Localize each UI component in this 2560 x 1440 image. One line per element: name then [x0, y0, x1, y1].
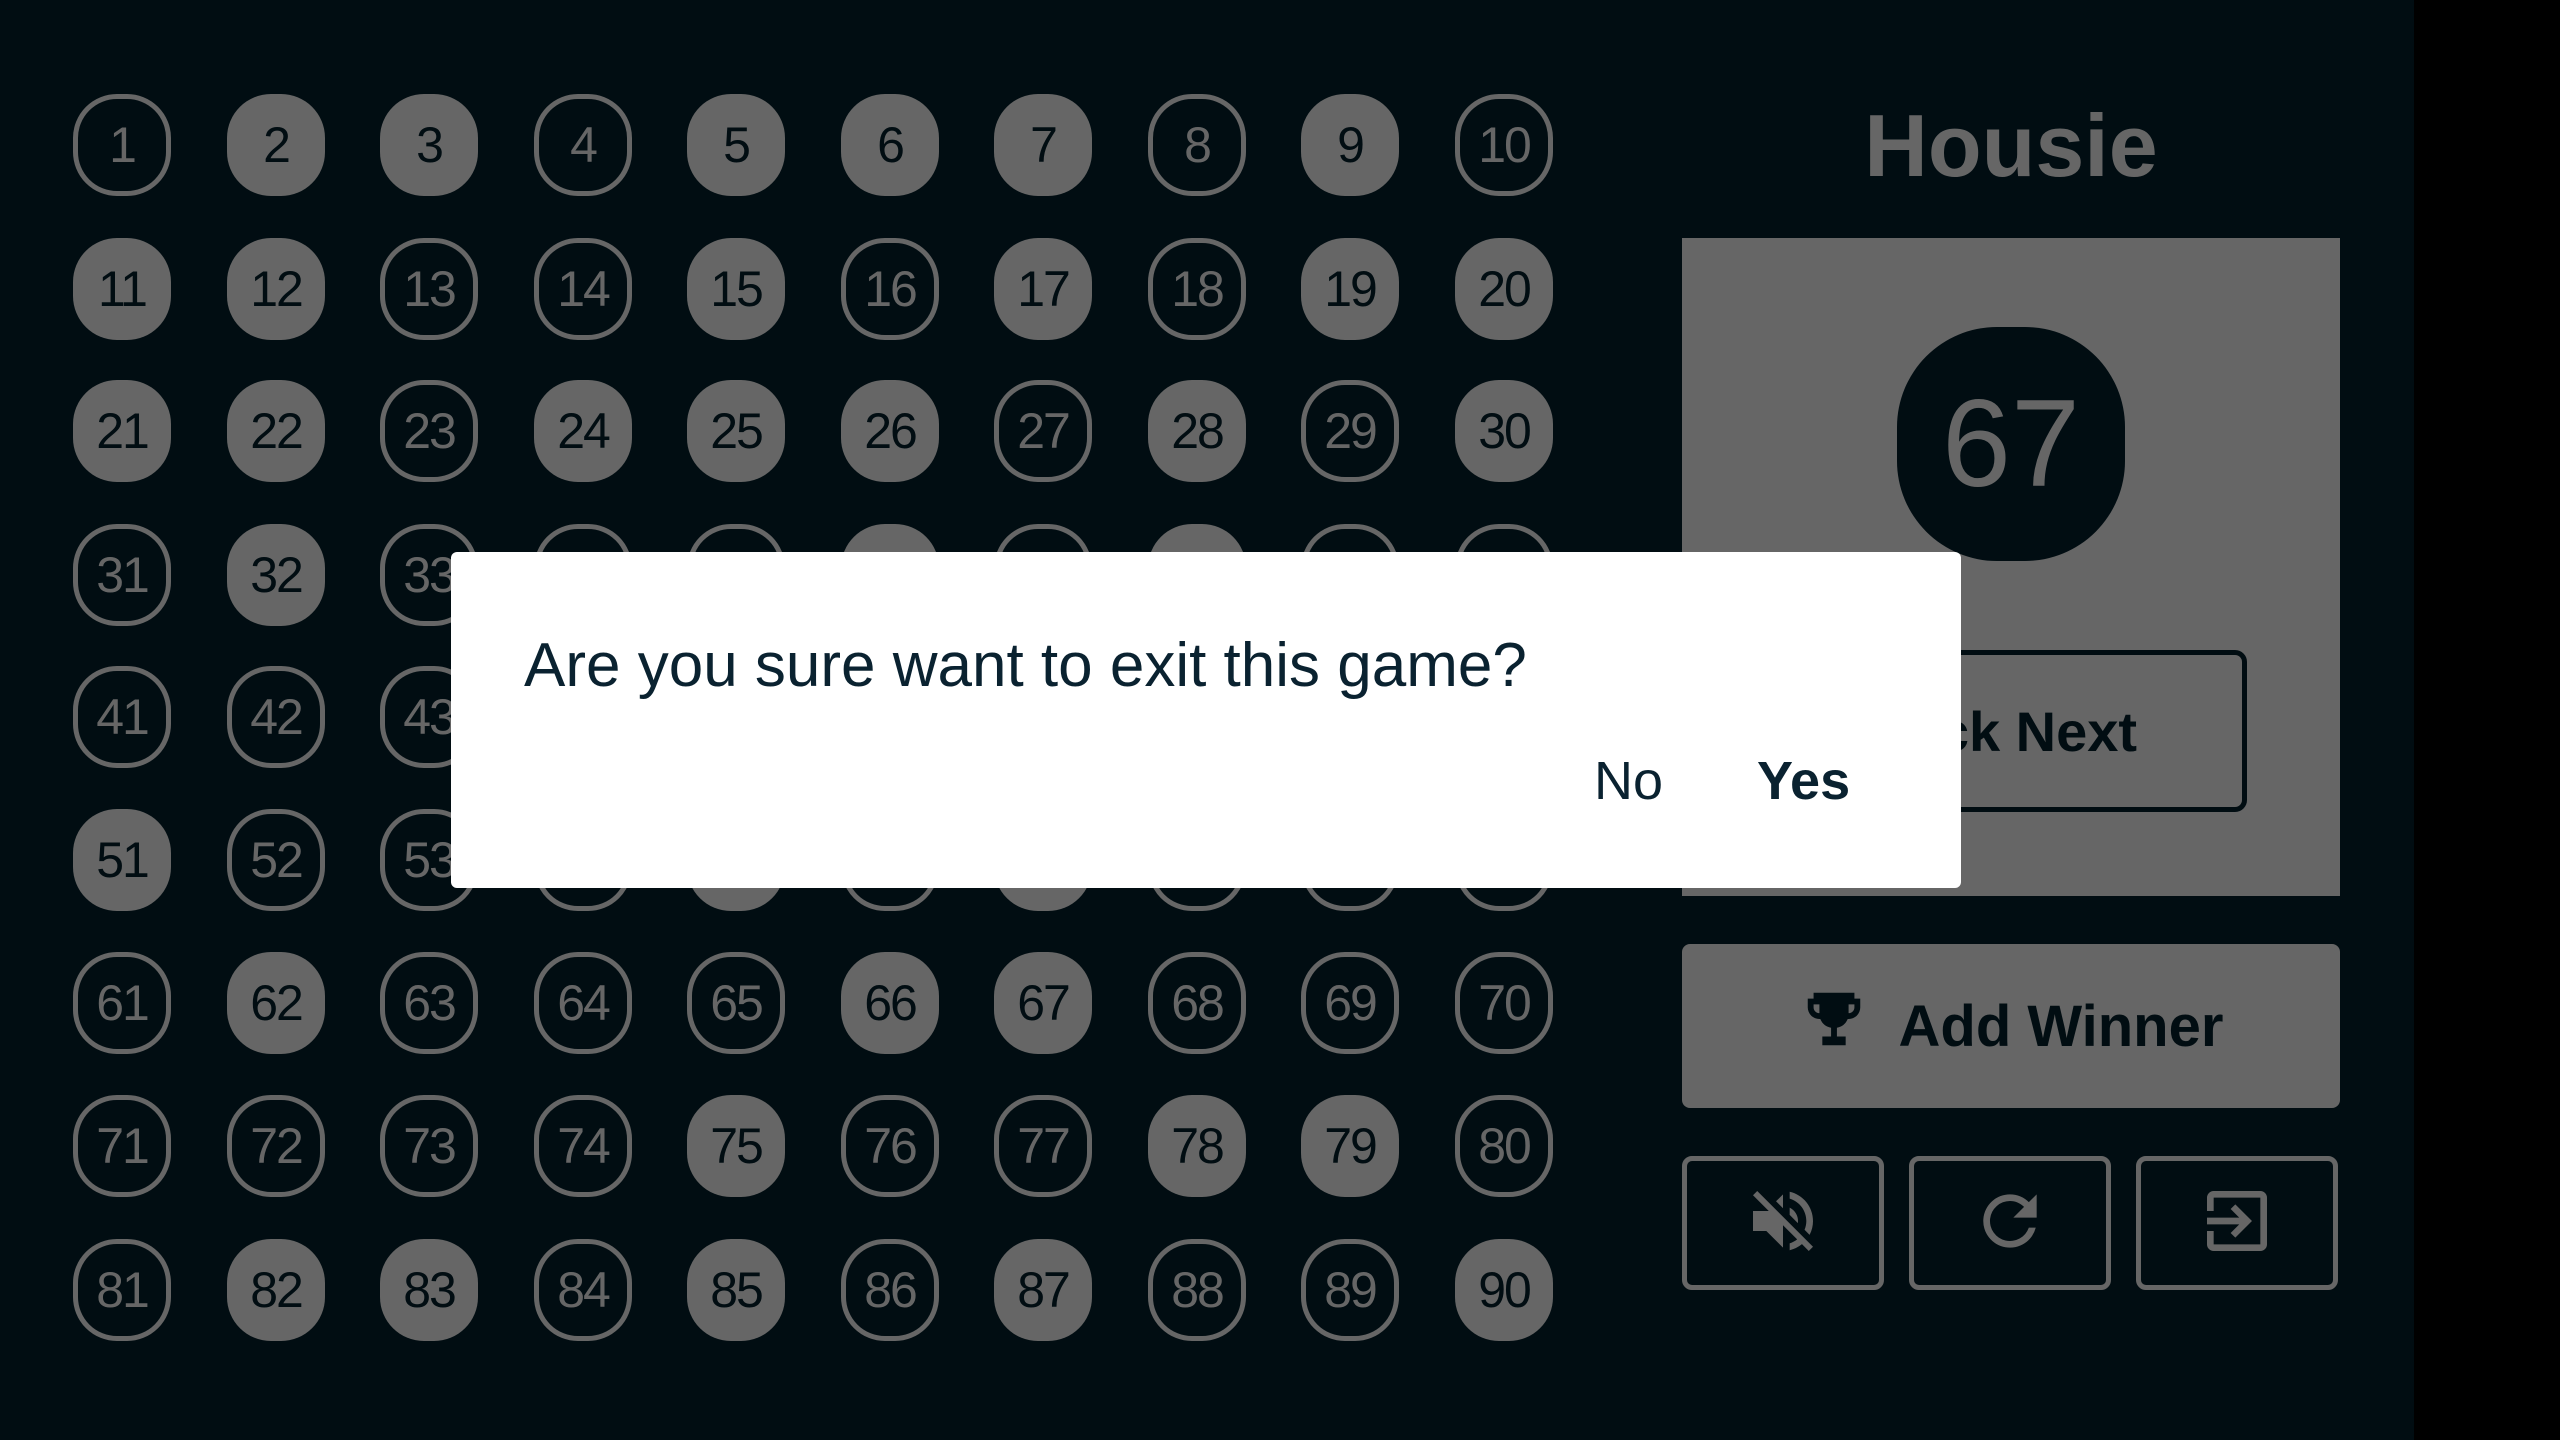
no-button[interactable]: No	[1594, 750, 1663, 812]
system-nav-bar	[2414, 0, 2560, 1440]
dialog-message: Are you sure want to exit this game?	[524, 631, 1527, 700]
exit-confirm-dialog: Are you sure want to exit this game? No …	[451, 552, 1961, 888]
housie-app: 1 2 3 4 5 6 7 8 9 10 11 12 13 14 15 16 17 18 19 20 21 22 23 24 2…	[0, 0, 2414, 1440]
yes-button[interactable]: Yes	[1757, 750, 1850, 812]
